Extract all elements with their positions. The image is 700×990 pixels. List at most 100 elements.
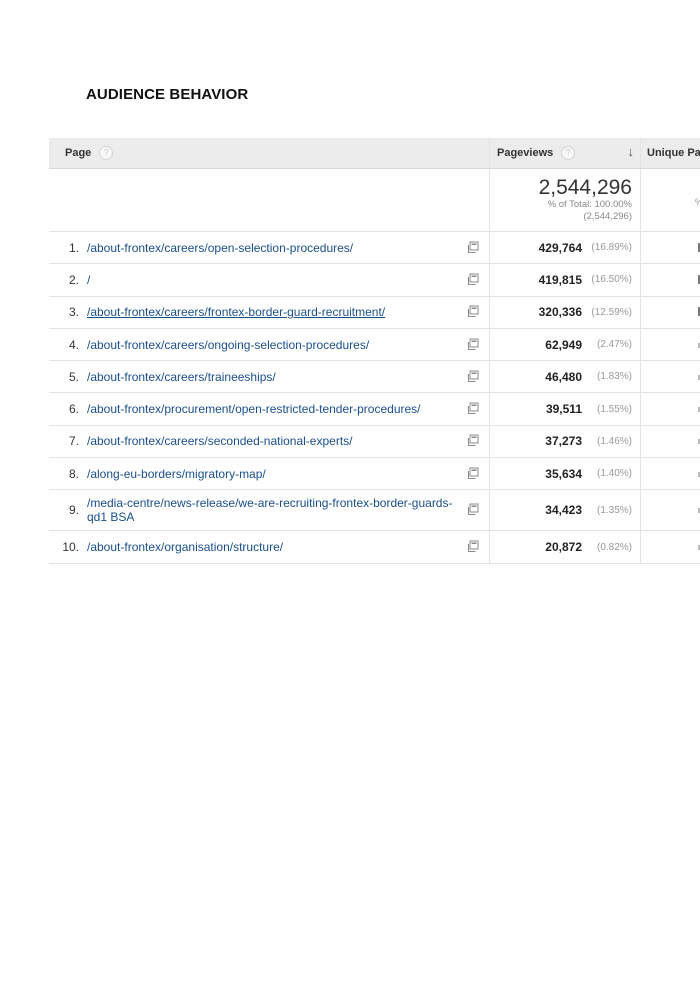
pageviews-cell: 37,273 (1.46%) [489, 425, 640, 458]
table-row: 9. /media-centre/news-release/we-are-rec… [49, 490, 700, 532]
unique-pageviews-column-header[interactable]: Unique Pag [640, 138, 700, 168]
row-index: 3. [68, 305, 79, 320]
totals-page-cell [49, 169, 489, 231]
open-in-new-window-icon[interactable] [466, 467, 479, 480]
pageviews-percent: (0.82%) [596, 541, 632, 553]
row-index: 8. [68, 466, 79, 481]
page-link[interactable]: / [79, 273, 489, 287]
totals-row: 2,544,296 % of Total: 100.00% (2,544,296… [49, 169, 700, 232]
pageviews-cell: 419,815 (16.50%) [489, 264, 640, 296]
row-index: 7. [68, 434, 79, 449]
open-in-new-window-icon[interactable] [466, 434, 479, 447]
pageviews-value: 419,815 [538, 272, 582, 287]
unique-pageviews-cell [640, 393, 700, 425]
page-cell: 2. / [49, 264, 489, 295]
total-unique-clipped: % [695, 197, 700, 207]
page-link[interactable]: /about-frontex/careers/seconded-national… [79, 434, 489, 448]
pageviews-cell: 20,872 (0.82%) [489, 531, 640, 563]
row-index: 1. [68, 240, 79, 255]
unique-pageviews-cell [640, 264, 700, 296]
unique-pageviews-cell [640, 361, 700, 393]
pageviews-cell: 320,336 (12.59%) [489, 296, 640, 328]
table-row: 8. /along-eu-borders/migratory-map/ 35,6… [49, 458, 700, 491]
page-link[interactable]: /along-eu-borders/migratory-map/ [79, 467, 489, 481]
page-link[interactable]: /about-frontex/careers/ongoing-selection… [79, 338, 489, 352]
unique-pageviews-cell [640, 458, 700, 490]
pageviews-column-label: Pageviews [497, 147, 554, 159]
pageviews-value: 35,634 [545, 466, 582, 481]
page-cell: 4. /about-frontex/careers/ongoing-select… [49, 329, 489, 360]
total-percent-label: % of Total: 100.00% [547, 199, 632, 210]
pageviews-value: 46,480 [545, 369, 582, 384]
pageviews-percent: (1.40%) [596, 468, 632, 480]
pageviews-percent: (16.89%) [591, 242, 632, 254]
pageviews-value: 34,423 [545, 503, 582, 518]
page-link[interactable]: /about-frontex/organisation/structure/ [79, 540, 489, 554]
page-link[interactable]: /about-frontex/careers/traineeships/ [79, 370, 489, 384]
page-cell: 1. /about-frontex/careers/open-selection… [49, 232, 489, 263]
unique-pageviews-cell [640, 232, 700, 264]
totals-pageviews-cell: 2,544,296 % of Total: 100.00% (2,544,296… [489, 169, 640, 231]
page-link[interactable]: /about-frontex/careers/open-selection-pr… [79, 241, 489, 255]
section-heading: AUDIENCE BEHAVIOR [86, 86, 249, 103]
open-in-new-window-icon[interactable] [466, 305, 479, 318]
open-in-new-window-icon[interactable] [466, 241, 479, 254]
sort-descending-icon[interactable]: ↓ [628, 144, 635, 159]
page-column-header[interactable]: Page ? [49, 138, 489, 168]
pageviews-value: 62,949 [545, 337, 582, 352]
open-in-new-window-icon[interactable] [466, 503, 479, 516]
open-in-new-window-icon[interactable] [466, 338, 479, 351]
pageviews-percent: (1.35%) [596, 504, 632, 516]
unique-pageviews-cell [640, 425, 700, 458]
row-index: 5. [68, 369, 79, 384]
pageviews-value: 429,764 [538, 240, 582, 255]
table-header-row: Page ? Pageviews ? ↓ Unique Pag [49, 138, 700, 169]
page-link[interactable]: /about-frontex/careers/frontex-border-gu… [79, 305, 489, 319]
pageviews-cell: 46,480 (1.83%) [489, 361, 640, 393]
page-column-label: Page [65, 147, 92, 159]
unique-pageviews-cell [640, 531, 700, 563]
page-link[interactable]: /media-centre/news-release/we-are-recrui… [79, 496, 489, 524]
page-cell: 6. /about-frontex/procurement/open-restr… [49, 393, 489, 424]
table-row: 2. / 419,815 (16.50%) [49, 264, 700, 297]
row-index: 6. [68, 402, 79, 417]
row-index: 2. [68, 272, 79, 287]
help-icon[interactable]: ? [99, 146, 114, 160]
pageviews-value: 37,273 [545, 434, 582, 449]
pageviews-percent: (1.46%) [596, 435, 632, 447]
table-row: 7. /about-frontex/careers/seconded-natio… [49, 425, 700, 459]
pageviews-value: 20,872 [545, 540, 582, 555]
open-in-new-window-icon[interactable] [466, 370, 479, 383]
help-icon[interactable]: ? [561, 146, 576, 160]
pageviews-cell: 429,764 (16.89%) [489, 232, 640, 264]
open-in-new-window-icon[interactable] [466, 273, 479, 286]
page-cell: 10. /about-frontex/organisation/structur… [49, 531, 489, 562]
table-row: 4. /about-frontex/careers/ongoing-select… [49, 328, 700, 362]
unique-pageviews-cell [640, 296, 700, 328]
pageviews-cell: 35,634 (1.40%) [489, 458, 640, 490]
pageviews-cell: 62,949 (2.47%) [489, 328, 640, 361]
pageviews-column-header[interactable]: Pageviews ? ↓ [489, 138, 640, 168]
table-row: 6. /about-frontex/procurement/open-restr… [49, 393, 700, 426]
open-in-new-window-icon[interactable] [466, 402, 479, 415]
pageviews-cell: 34,423 (1.35%) [489, 490, 640, 531]
table-row: 1. /about-frontex/careers/open-selection… [49, 232, 700, 265]
pageviews-cell: 39,511 (1.55%) [489, 393, 640, 425]
page-link[interactable]: /about-frontex/procurement/open-restrict… [79, 402, 489, 416]
table-body: 1. /about-frontex/careers/open-selection… [49, 232, 700, 564]
total-pageviews: 2,544,296 [538, 176, 632, 199]
table-row: 3. /about-frontex/careers/frontex-border… [49, 296, 700, 329]
unique-pageviews-cell [640, 490, 700, 531]
pageviews-percent: (16.50%) [591, 274, 632, 286]
row-index: 10. [62, 540, 79, 555]
pages-report-table: Page ? Pageviews ? ↓ Unique Pag 2,544,29… [49, 138, 700, 564]
open-in-new-window-icon[interactable] [466, 540, 479, 553]
total-percent-value: (2,544,296) [583, 211, 632, 222]
table-row: 10. /about-frontex/organisation/structur… [49, 531, 700, 564]
pageviews-value: 39,511 [545, 402, 582, 417]
unique-pageviews-column-label: Unique Pag [647, 147, 700, 159]
pageviews-percent: (2.47%) [596, 339, 632, 351]
totals-unique-cell: % [640, 169, 700, 231]
row-index: 4. [68, 337, 79, 352]
page-cell: 8. /along-eu-borders/migratory-map/ [49, 458, 489, 489]
